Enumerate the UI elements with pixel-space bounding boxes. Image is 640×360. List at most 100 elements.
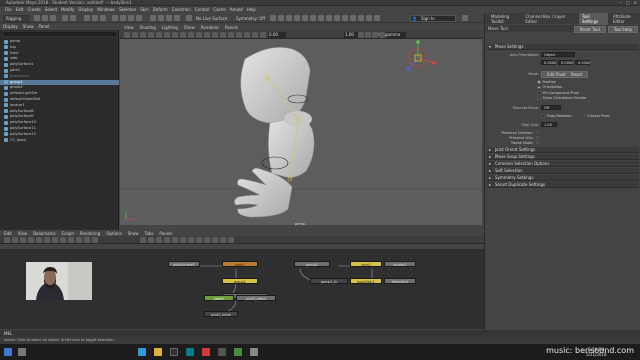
section-joint-orient-settings[interactable]: Joint Orient Settings (487, 147, 639, 153)
node-editor-tool-icon[interactable] (52, 237, 58, 243)
node-group2[interactable]: group2 (294, 261, 330, 267)
arnold-settings-icon[interactable] (334, 15, 340, 21)
outliner-item-joint1[interactable]: joint1 (0, 68, 119, 74)
search-icon[interactable] (462, 15, 468, 21)
outliner-item-side[interactable]: side (0, 56, 119, 62)
checkbox[interactable] (537, 96, 541, 100)
node-editor-tool-icon[interactable] (204, 237, 210, 243)
reset-pivot-button[interactable]: Reset (565, 71, 589, 78)
select-hierarchy-icon[interactable] (84, 15, 90, 21)
node-editor-tool-icon[interactable] (164, 237, 170, 243)
node-editor-icon[interactable] (374, 15, 380, 21)
section-common-selection-options[interactable]: Common Selection Options (487, 161, 639, 167)
outliner-item-polysurface10[interactable]: polySurface10 (0, 120, 119, 126)
depth-of-field-icon[interactable] (358, 31, 364, 38)
outliner-item-transform1[interactable]: transform1 (0, 74, 119, 80)
task-view-icon[interactable] (18, 348, 26, 356)
new-scene-icon[interactable] (34, 15, 40, 21)
outliner-item-persp[interactable]: persp (0, 39, 119, 45)
graph-icon[interactable] (358, 15, 364, 21)
bookmark-icon[interactable] (132, 31, 138, 38)
axis-x-field[interactable]: 0.0000 (541, 60, 556, 65)
arnold-render-icon[interactable] (318, 15, 324, 21)
undo-icon[interactable] (62, 15, 68, 21)
outliner-menu-panel[interactable]: Panel (39, 24, 50, 30)
hypershade-icon[interactable] (302, 15, 308, 21)
render-view-icon[interactable] (310, 15, 316, 21)
safe-action-icon[interactable] (188, 31, 194, 38)
menu-windows[interactable]: Windows (97, 6, 115, 13)
pivot-option[interactable]: Show Orientation Handle (537, 96, 586, 102)
motion-blur-icon[interactable] (252, 31, 258, 38)
axis-orientation-dropdown[interactable]: Object (541, 52, 575, 57)
tab-tool-settings[interactable]: Tool Settings (578, 12, 608, 25)
menu-select[interactable]: Select (45, 6, 57, 13)
outliner-item-polysurface11[interactable]: polySurface11 (0, 126, 119, 132)
uv-editor-icon[interactable] (366, 15, 372, 21)
node-editor-tool-icon[interactable] (12, 237, 18, 243)
menu-edit[interactable]: Edit (16, 6, 24, 13)
node-editor-tool-icon[interactable] (172, 237, 178, 243)
lighting-icon[interactable] (228, 31, 234, 38)
file-explorer-icon[interactable] (154, 348, 162, 356)
safe-title-icon[interactable] (196, 31, 202, 38)
outliner-item-top[interactable]: top (0, 45, 119, 51)
node-editor-tool-icon[interactable] (28, 237, 34, 243)
outliner-item-polysurface9[interactable]: polySurface9 (0, 114, 119, 120)
film-gate-icon[interactable] (156, 31, 162, 38)
outliner-item-polysurface1[interactable]: polySurface1 (0, 62, 119, 68)
tab-modeling-toolkit[interactable]: Modeling Toolkit (491, 14, 520, 24)
render-settings-icon[interactable] (294, 15, 300, 21)
menu-control[interactable]: Control (195, 6, 209, 13)
section-smart-duplicate-settings[interactable]: Smart Duplicate Settings (487, 182, 639, 188)
move-manipulator[interactable] (406, 40, 436, 71)
image-plane-icon[interactable] (140, 31, 146, 38)
mask-curves-icon[interactable] (128, 15, 134, 21)
open-scene-icon[interactable] (42, 15, 48, 21)
checkbox[interactable] (537, 91, 541, 95)
node-editor-tool-icon[interactable] (36, 237, 42, 243)
axis-y-field[interactable]: 0.0000 (558, 60, 573, 65)
outliner-item-front[interactable]: front (0, 51, 119, 57)
magnet-icon[interactable] (186, 15, 192, 21)
node-editor-tool-icon[interactable] (20, 237, 26, 243)
outliner-search-input[interactable] (2, 31, 117, 37)
menu-skeleton[interactable]: Skeleton (119, 6, 136, 13)
node-editor-tool-icon[interactable] (148, 237, 154, 243)
node-editor-tool-icon[interactable] (220, 237, 226, 243)
axis-z-field[interactable]: 0.0000 (575, 60, 590, 65)
node-joint3[interactable]: joint3 (204, 295, 234, 301)
section-move-snap-settings[interactable]: Move Snap Settings (487, 154, 639, 160)
mask-icon[interactable] (112, 15, 118, 21)
radio-button[interactable] (541, 114, 545, 118)
live-surface-label[interactable]: No Live Surface (196, 16, 227, 21)
outliner-menu-display[interactable]: Display (3, 24, 18, 30)
snap-point-icon[interactable] (166, 15, 172, 21)
node-bodyskin1[interactable]: bodySkin1 (350, 278, 382, 284)
menu-display[interactable]: Display (78, 6, 93, 13)
outliner-item-defaultobjectset[interactable]: defaultObjectSet (0, 97, 119, 103)
node-editor-tool-icon[interactable] (68, 237, 74, 243)
redo-icon[interactable] (70, 15, 76, 21)
node-editor-tool-icon[interactable] (92, 237, 98, 243)
symmetry-dropdown[interactable]: Symmetry: Off (236, 16, 265, 21)
camera-attributes-icon[interactable] (124, 31, 130, 38)
menu-arnold[interactable]: Arnold (230, 6, 243, 13)
outliner-item-cc_block[interactable]: CC_block (0, 138, 119, 144)
section-symmetry-settings[interactable]: Symmetry Settings (487, 175, 639, 181)
node-editor-tool-icon[interactable] (156, 237, 162, 243)
node-editor-tool-icon[interactable] (228, 237, 234, 243)
snap-curve-icon[interactable] (158, 15, 164, 21)
node-editor-tool-icon[interactable] (60, 237, 66, 243)
tab-attribute-editor[interactable]: Attribute Editor (613, 14, 640, 24)
3d-viewport[interactable] (120, 39, 482, 225)
tab-channel-box-layer-editor[interactable]: Channel Box / Layer Editor (525, 14, 573, 24)
xray-joints-icon[interactable] (379, 31, 385, 38)
checkbox[interactable] (535, 135, 539, 140)
snapshot-icon[interactable] (350, 15, 356, 21)
maya-app-icon[interactable] (186, 348, 194, 356)
node-editor-tool-icon[interactable] (212, 237, 218, 243)
move-settings-section[interactable]: Move Settings (487, 44, 639, 50)
menu-skin[interactable]: Skin (140, 6, 149, 13)
textured-icon[interactable] (220, 31, 226, 38)
